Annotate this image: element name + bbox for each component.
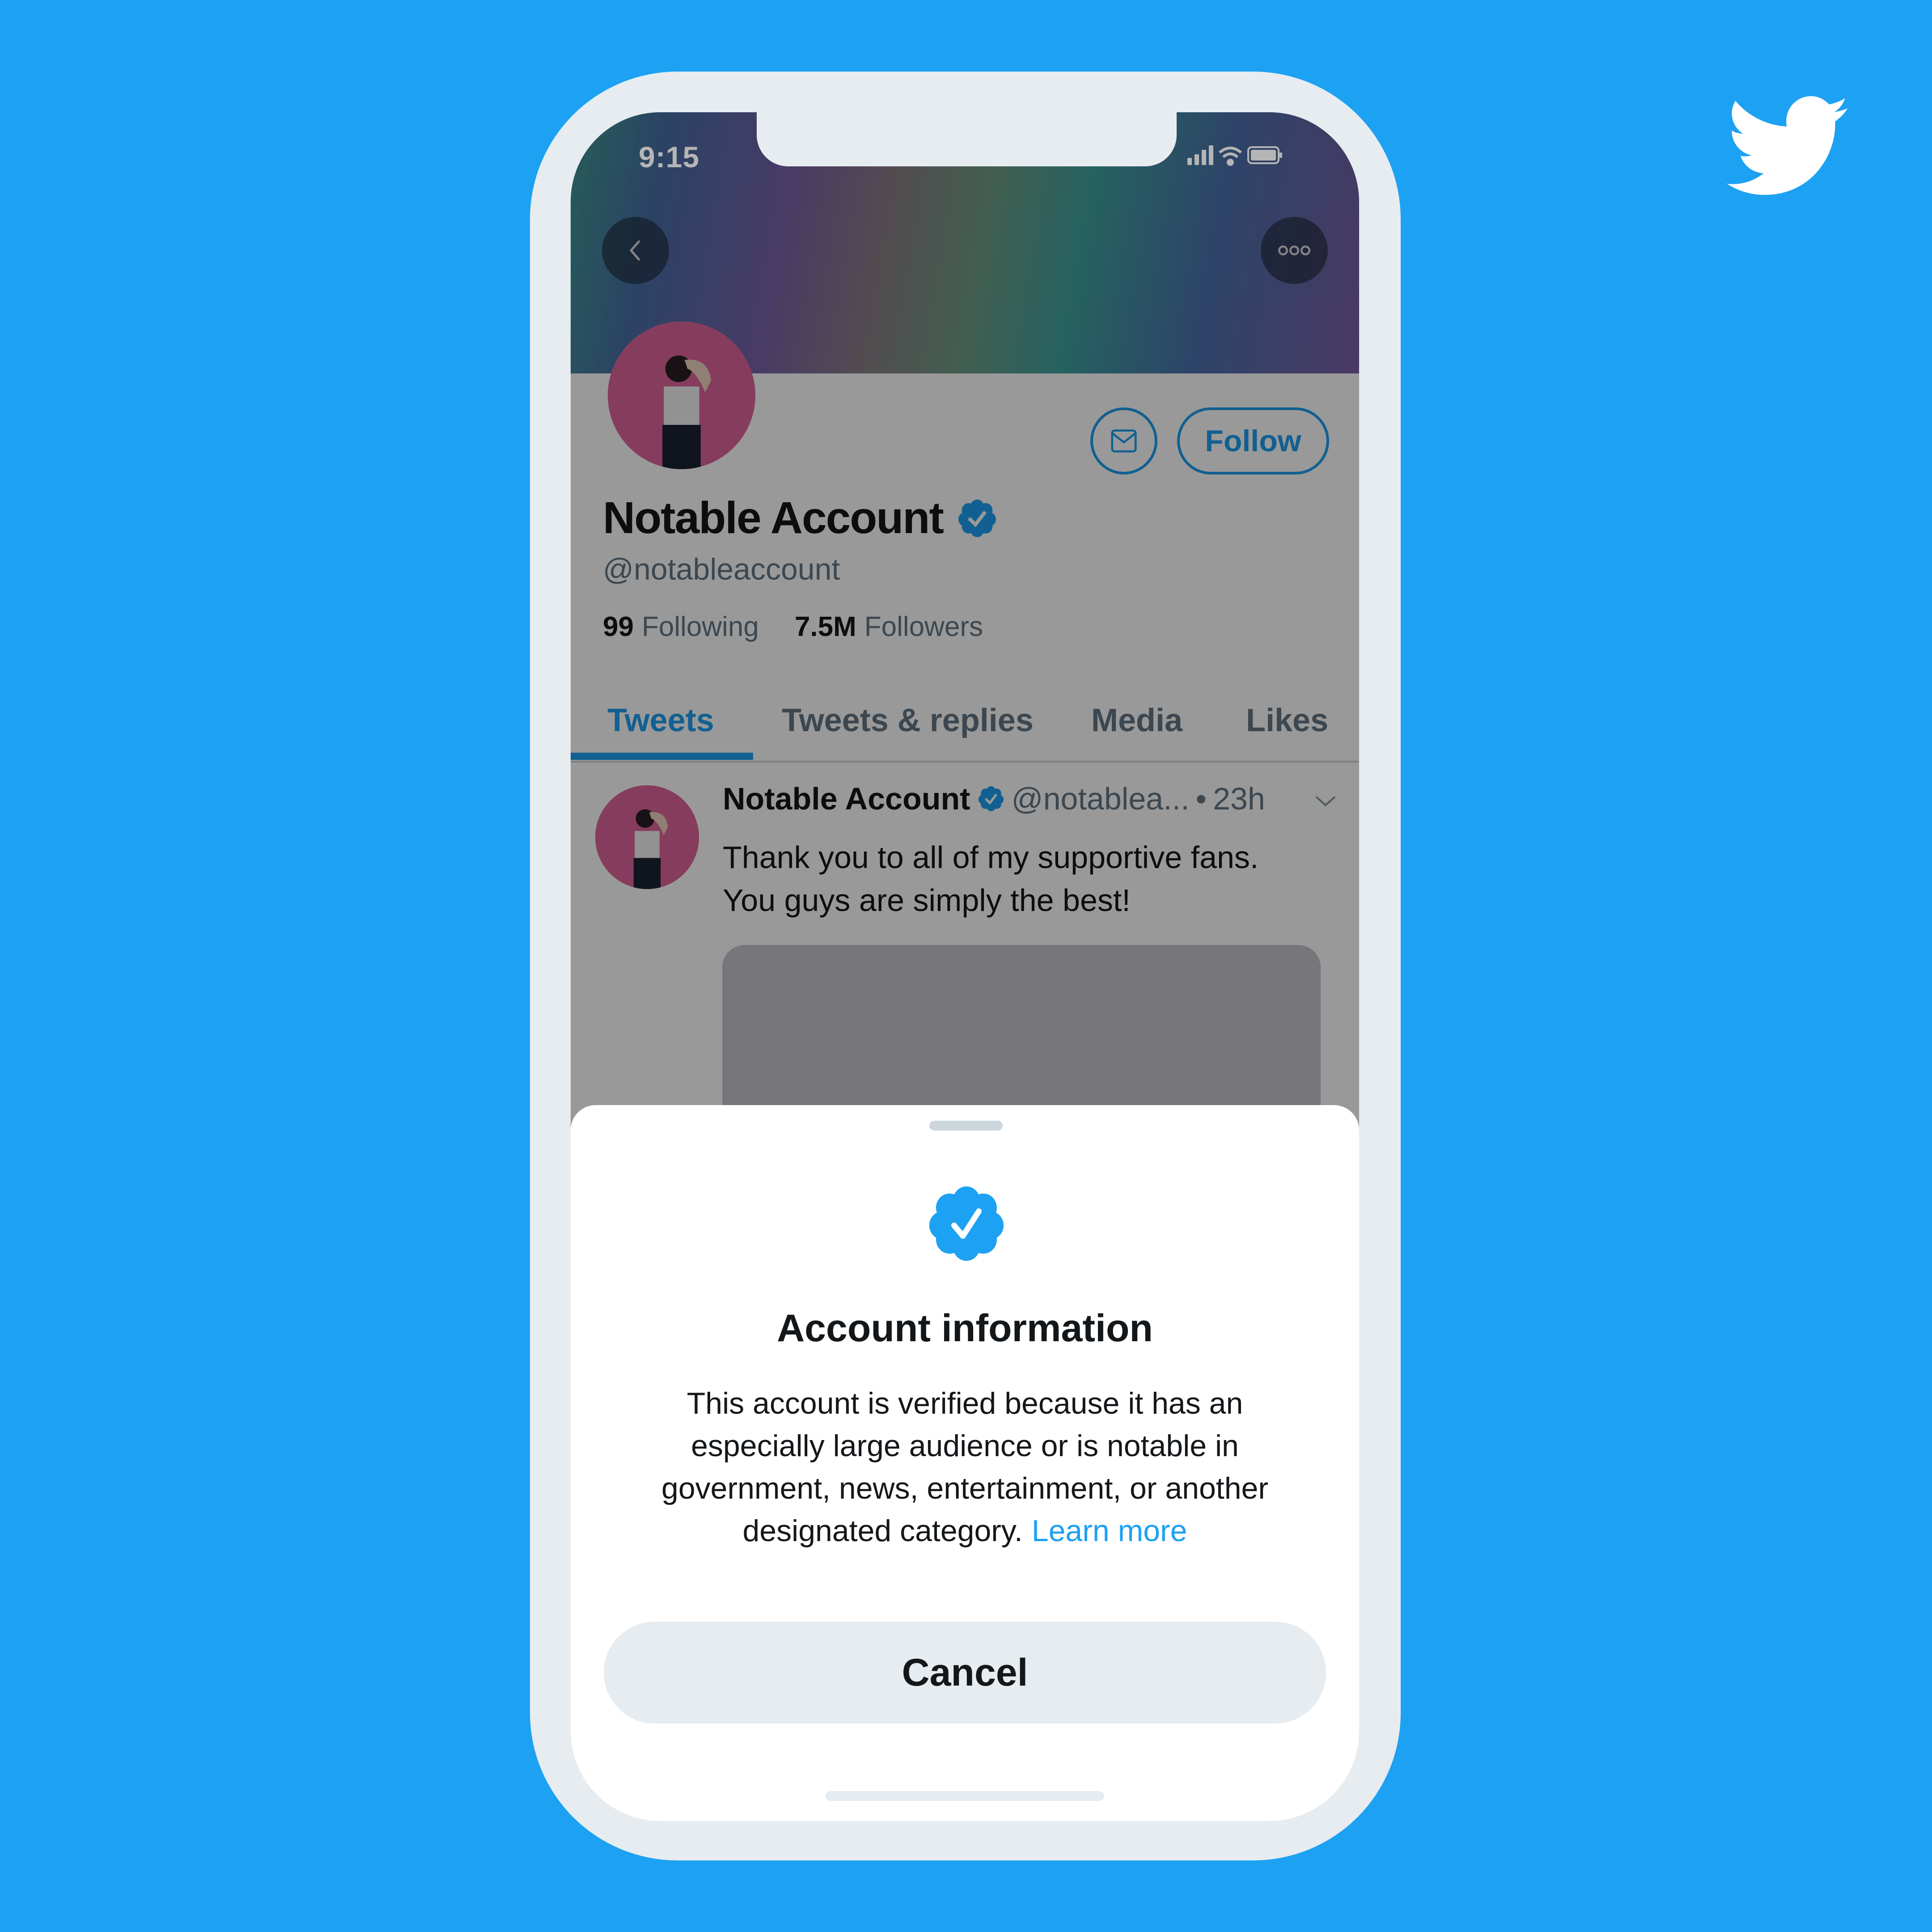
learn-more-link[interactable]: Learn more — [1032, 1514, 1187, 1548]
wifi-icon — [1219, 147, 1242, 166]
sheet-body: This account is verified because it has … — [624, 1382, 1305, 1552]
status-time: 9:15 — [639, 140, 700, 174]
battery-icon — [1247, 146, 1282, 164]
cancel-button[interactable]: Cancel — [604, 1622, 1326, 1724]
home-indicator — [826, 1791, 1104, 1801]
verified-badge-icon — [929, 1186, 1004, 1261]
twitter-bird-icon — [1726, 96, 1849, 195]
signal-icon — [1187, 145, 1213, 165]
phone-screen: Follow Notable Account @notableaccount 9… — [571, 112, 1359, 1821]
sheet-title: Account information — [777, 1307, 1153, 1350]
sheet-grabber[interactable] — [929, 1121, 1003, 1131]
phone-notch — [757, 112, 1177, 166]
status-icons — [1187, 145, 1282, 166]
